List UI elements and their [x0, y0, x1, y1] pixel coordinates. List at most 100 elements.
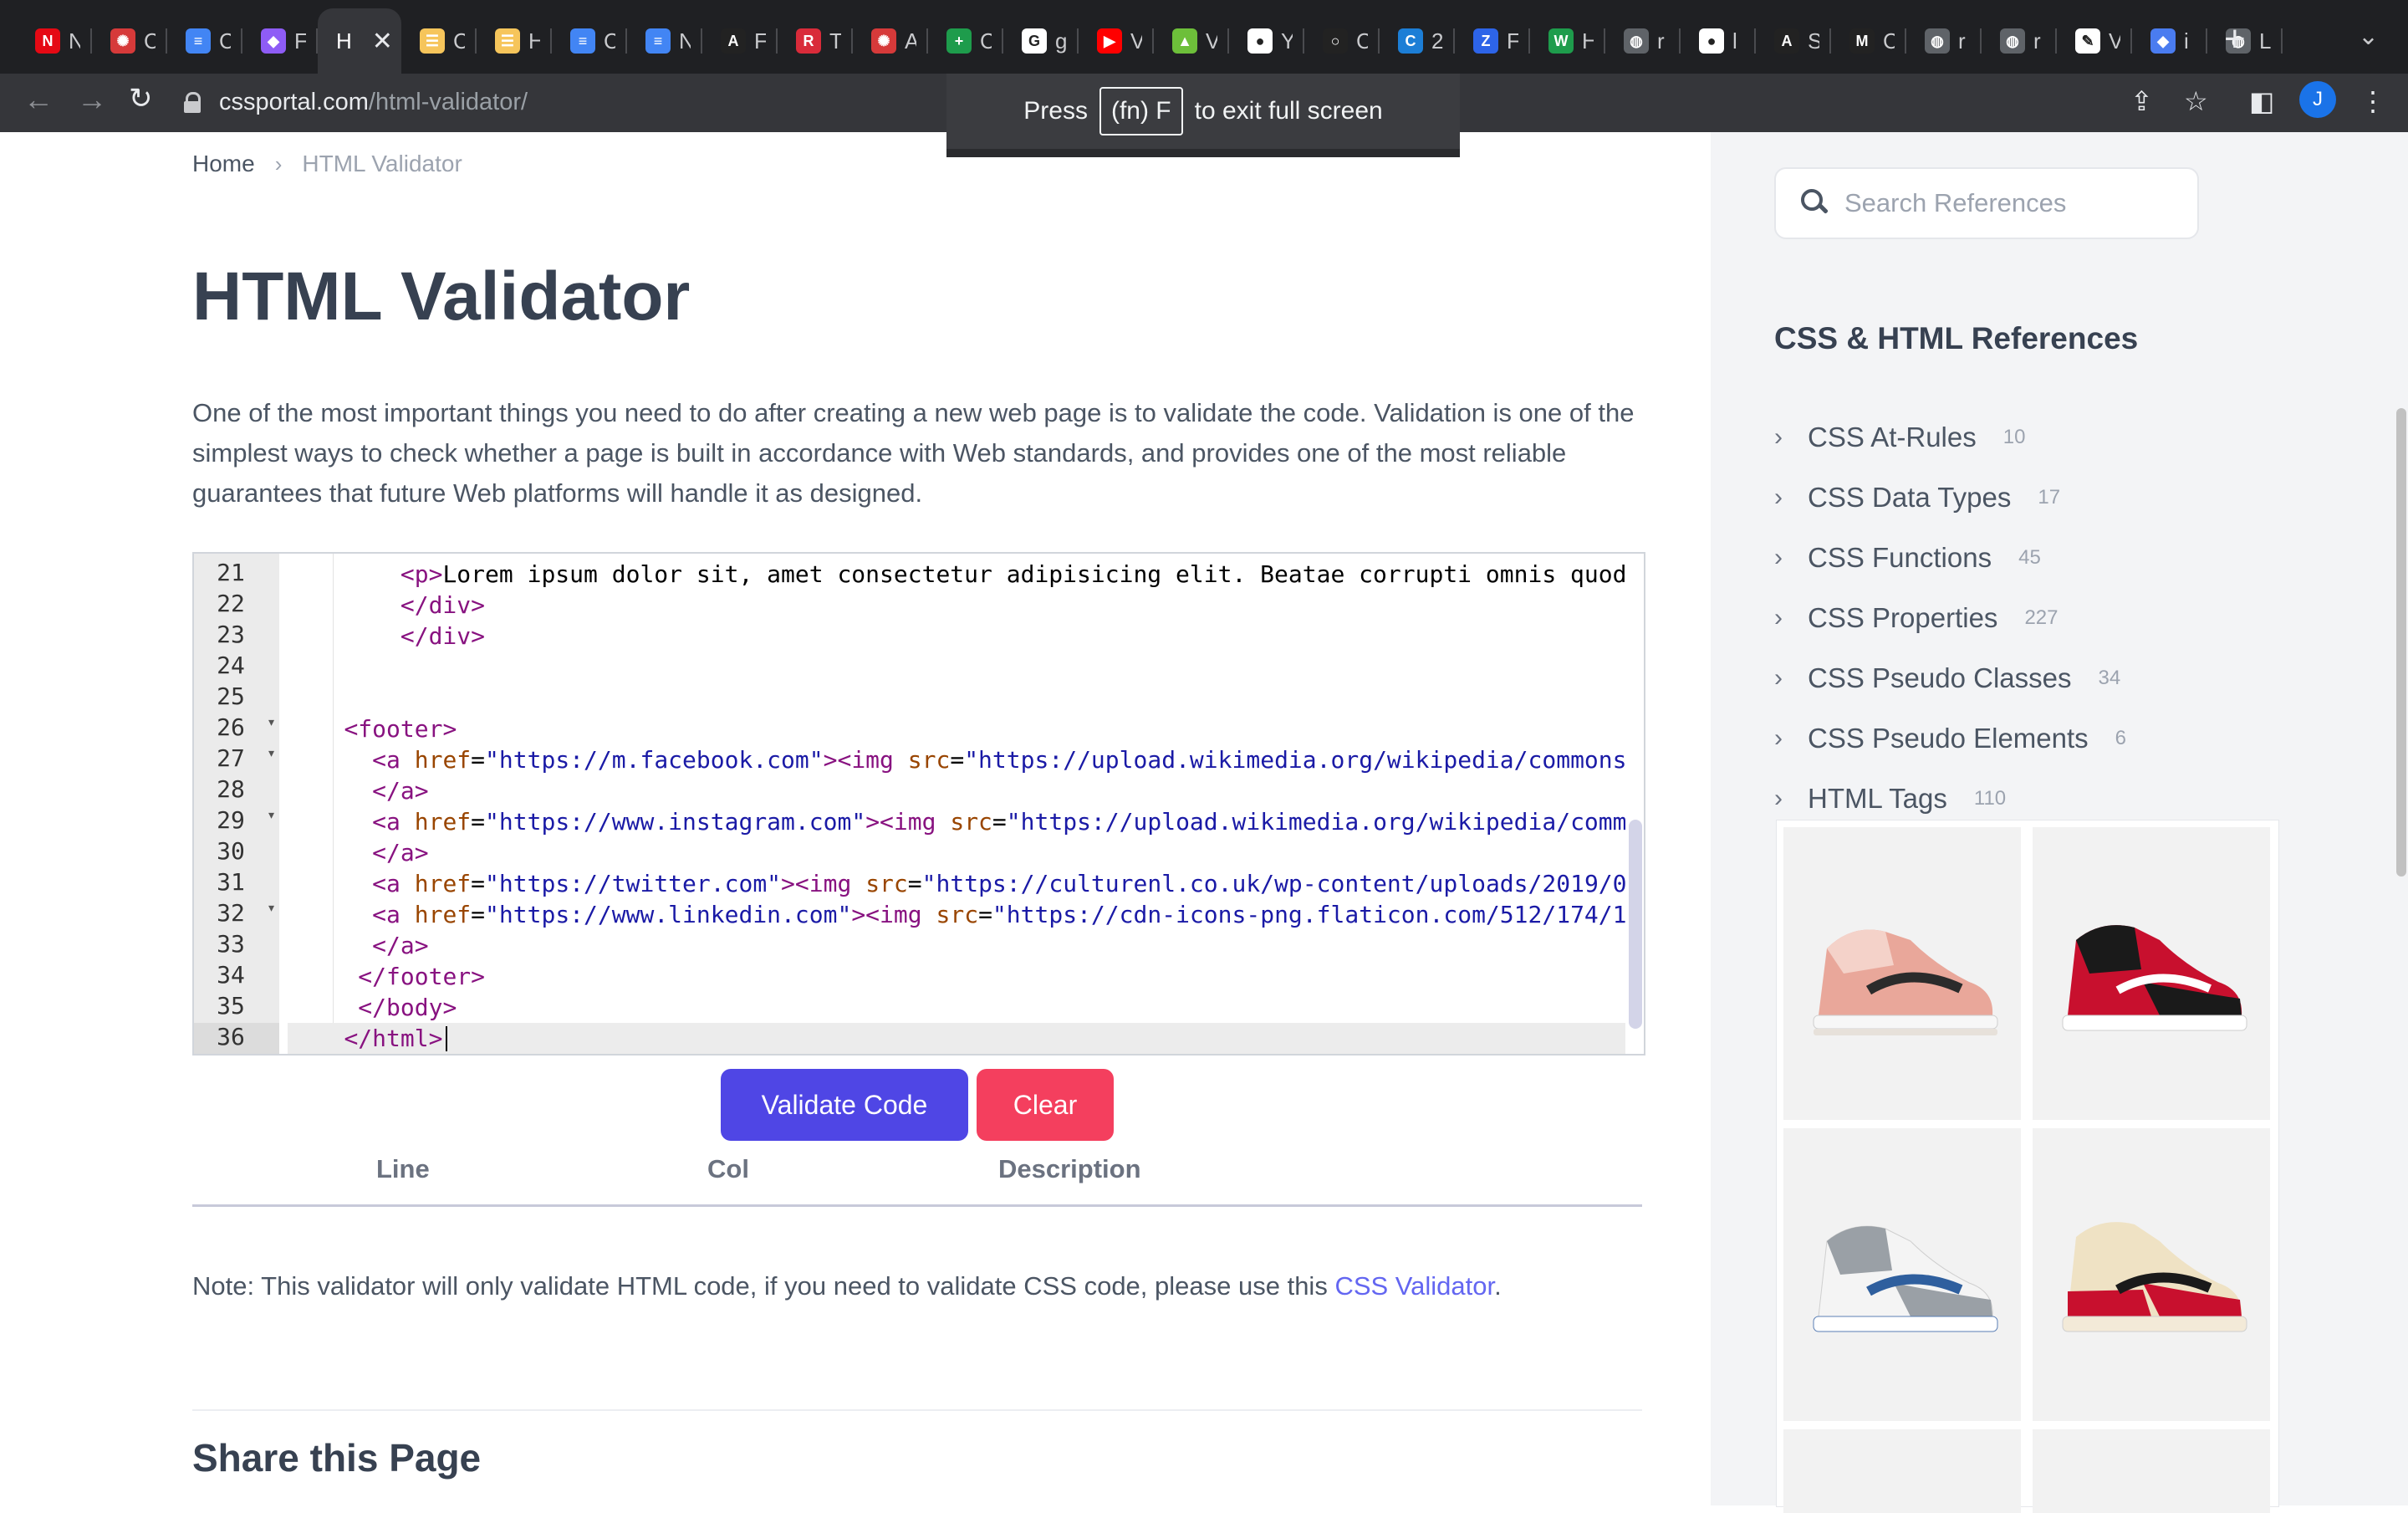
code-line[interactable]: </html>	[288, 1023, 1625, 1054]
code-line[interactable]: <a href="https://m.facebook.com"><img sr…	[288, 744, 1625, 775]
browser-tab[interactable]: ◍ r	[1982, 8, 2057, 74]
code-token: ><img	[865, 808, 951, 836]
ad-product-image[interactable]	[1783, 1429, 2021, 1513]
reference-item[interactable]: › HTML Tags 110	[1774, 778, 2006, 820]
code-token: </div>	[400, 591, 486, 619]
chevron-right-icon: ›	[274, 151, 283, 176]
forward-icon[interactable]: →	[77, 82, 107, 117]
code-line[interactable]: </body>	[288, 992, 1625, 1023]
code-line[interactable]	[288, 682, 1625, 713]
code-line[interactable]: <a href="https://www.instagram.com"><img…	[288, 806, 1625, 837]
code-line[interactable]: </a>	[288, 930, 1625, 961]
code-token: "https://upload.wikimedia.org/wikipedia/…	[1006, 808, 1625, 836]
browser-tab[interactable]: RT	[778, 8, 853, 74]
ad-product-image[interactable]	[1783, 1128, 2021, 1421]
search-input[interactable]	[1843, 187, 2197, 219]
browser-tab[interactable]: ✎ V	[2057, 8, 2132, 74]
browser-tab[interactable]: ≡ C	[167, 8, 242, 74]
close-tab-icon[interactable]: ✕	[372, 27, 393, 56]
browser-tab[interactable]: ◍ r	[1605, 8, 1681, 74]
browser-tab[interactable]: ZF	[1455, 8, 1530, 74]
line-number[interactable]: 29	[194, 806, 279, 837]
code-editor[interactable]: 21 22 23 24 25 262728 2930 31 3233 34 35 36 <p>Lore…	[192, 552, 1645, 1056]
back-icon[interactable]: ←	[23, 82, 54, 117]
validate-code-button[interactable]: Validate Code	[721, 1069, 968, 1141]
reference-item[interactable]: › CSS Pseudo Classes 34	[1774, 657, 2120, 699]
breadcrumb-home[interactable]: Home	[192, 151, 255, 177]
browser-tab[interactable]: ☰ H	[477, 8, 552, 74]
line-number: 24	[217, 652, 245, 679]
browser-tab[interactable]: ▲ V	[1154, 8, 1229, 74]
fullscreen-toast: Press (fn) F to exit full screen	[946, 74, 1460, 157]
menu-icon[interactable]: ⋮	[2360, 85, 2386, 117]
browser-tab[interactable]: ✺ A	[853, 8, 928, 74]
reference-item[interactable]: › CSS Functions 45	[1774, 537, 2041, 579]
share-icon[interactable]: ⇪	[2130, 85, 2153, 117]
browser-tab[interactable]: ✺ C	[92, 8, 167, 74]
tab-title: V	[1130, 28, 1142, 54]
editor-scrollbar[interactable]	[1629, 820, 1642, 1029]
browser-tab[interactable]: AS	[1756, 8, 1831, 74]
tab-title: l	[1732, 28, 1737, 54]
browser-tab[interactable]: ≡ N	[627, 8, 702, 74]
code-line[interactable]: </a>	[288, 775, 1625, 806]
code-line[interactable]: <a href="https://twitter.com"><img src="…	[288, 868, 1625, 899]
css-validator-link[interactable]: CSS Validator	[1334, 1271, 1494, 1301]
avatar[interactable]: J	[2299, 81, 2336, 118]
browser-tab[interactable]: Gg	[1003, 8, 1079, 74]
code-line[interactable]: <p>Lorem ipsum dolor sit, amet consectet…	[288, 559, 1625, 590]
page-scrollbar[interactable]	[2396, 408, 2406, 877]
code-line[interactable]: </a>	[288, 837, 1625, 868]
line-number[interactable]: 27	[194, 744, 279, 775]
reference-item[interactable]: › CSS At-Rules 10	[1774, 417, 2025, 458]
bookmark-star-icon[interactable]: ☆	[2184, 85, 2208, 117]
browser-tab[interactable]: C2	[1380, 8, 1455, 74]
code-line[interactable]: </div>	[288, 590, 1625, 621]
ad-product-image[interactable]	[2033, 1128, 2270, 1421]
code-line[interactable]: </footer>	[288, 961, 1625, 992]
browser-tab[interactable]: ● Y	[1229, 8, 1304, 74]
reference-item[interactable]: › CSS Pseudo Elements 6	[1774, 718, 2126, 759]
browser-tab[interactable]: ◆ i	[2132, 8, 2207, 74]
clear-button[interactable]: Clear	[977, 1069, 1114, 1141]
browser-tab[interactable]: WH	[1530, 8, 1605, 74]
line-number[interactable]: 32	[194, 899, 279, 930]
browser-tab[interactable]: AF	[702, 8, 778, 74]
browser-tab[interactable]: ◆ F	[242, 8, 318, 74]
reference-item[interactable]: › CSS Properties 227	[1774, 597, 2058, 639]
note-text: Note: This validator will only validate …	[192, 1271, 1335, 1301]
url-field[interactable]: cssportal.com/html-validator/	[184, 82, 528, 122]
ad-banner[interactable]: ▷ ✕	[1776, 820, 2279, 1513]
intro-paragraph: One of the most important things you nee…	[192, 398, 1635, 508]
code-token: <footer>	[344, 715, 457, 743]
code-line[interactable]: <footer>	[288, 713, 1625, 744]
url-domain: cssportal.com	[219, 88, 369, 115]
tab-active[interactable]: H ✕	[318, 8, 401, 74]
line-number[interactable]: 26	[194, 713, 279, 744]
side-panel-icon[interactable]: ◧	[2249, 85, 2274, 117]
browser-tab[interactable]: ● l	[1681, 8, 1756, 74]
browser-tab[interactable]: ≡ C	[552, 8, 627, 74]
reference-item[interactable]: › CSS Data Types 17	[1774, 477, 2060, 519]
page-content: Home › HTML Validator HTML Validator One…	[0, 132, 2408, 1513]
tab-search-icon[interactable]: ⌄	[2358, 22, 2379, 51]
ad-product-image[interactable]	[2033, 1429, 2270, 1513]
browser-tab[interactable]: ◍ r	[1906, 8, 1982, 74]
ad-product-image[interactable]	[2033, 827, 2270, 1120]
code-line[interactable]: <a href="https://www.linkedin.com"><img …	[288, 899, 1625, 930]
code-line[interactable]	[288, 652, 1625, 682]
new-tab-icon[interactable]: +	[2224, 18, 2246, 60]
browser-tab[interactable]: ▶ V	[1079, 8, 1154, 74]
browser-tab[interactable]: ○ C	[1304, 8, 1380, 74]
browser-tab[interactable]: MC	[1831, 8, 1906, 74]
browser-tab[interactable]: ☰ C	[401, 8, 477, 74]
browser-tab[interactable]: + C	[928, 8, 1003, 74]
reload-icon[interactable]: ↻	[129, 82, 153, 115]
ad-product-image[interactable]	[1783, 827, 2021, 1120]
code-line[interactable]: </div>	[288, 621, 1625, 652]
browser-tab[interactable]: NN	[17, 8, 92, 74]
search-box[interactable]	[1774, 167, 2199, 239]
